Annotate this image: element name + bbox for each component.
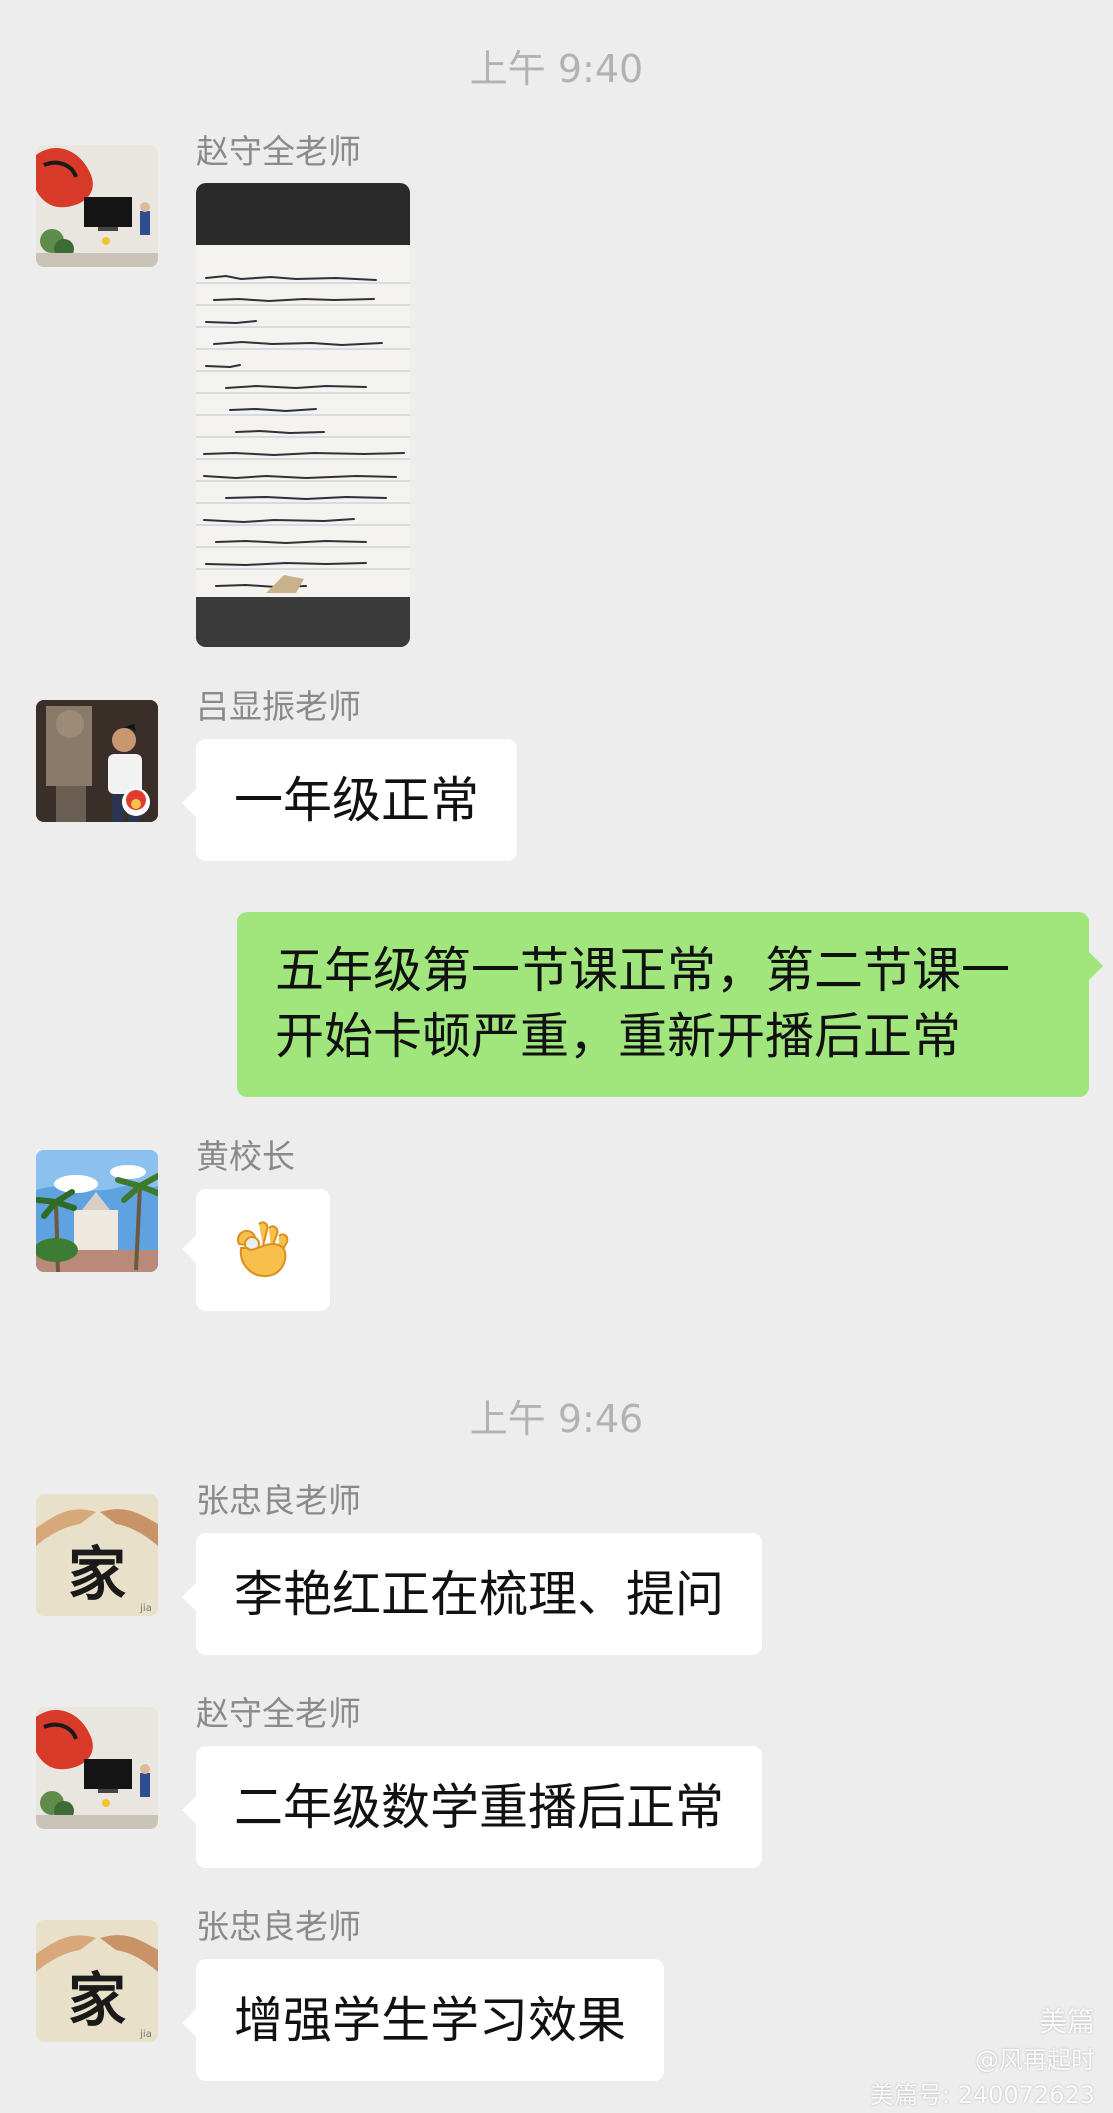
svg-text:家: 家 [68, 1540, 126, 1608]
message-bubble[interactable]: 二年级数学重播后正常 [181, 1746, 763, 1868]
sender-name: 赵守全老师 [196, 132, 361, 171]
avatar-lv[interactable] [36, 700, 158, 822]
message-bubble[interactable]: 李艳红正在梳理、提问 [181, 1533, 763, 1655]
avatar-zhang[interactable]: 家 jia [36, 1494, 158, 1616]
sender-name: 张忠良老师 [196, 1907, 361, 1946]
message-bubble[interactable]: 一年级正常 [181, 739, 518, 861]
timestamp: 上午 9:40 [469, 47, 644, 91]
watermark-brand: 美篇 [1038, 2005, 1095, 2038]
watermark: 美篇 @风再起时 美篇号: 240072623 [870, 2000, 1095, 2110]
timestamp: 上午 9:46 [469, 1397, 644, 1441]
notebook-photo[interactable] [196, 183, 410, 647]
svg-text:家: 家 [68, 1966, 126, 2034]
message-bubble[interactable]: 增强学生学习效果 [181, 1959, 665, 2081]
watermark-id: 美篇号: 240072623 [869, 2081, 1095, 2109]
avatar-huang[interactable] [36, 1150, 158, 1272]
watermark-author: @风再起时 [975, 2046, 1095, 2074]
sender-name: 赵守全老师 [196, 1694, 361, 1733]
sender-name: 张忠良老师 [196, 1481, 361, 1520]
emoji-bubble[interactable] [182, 1189, 330, 1311]
svg-text:jia: jia [139, 2029, 152, 2040]
avatar-zhao[interactable] [36, 145, 158, 267]
sender-name: 吕显振老师 [196, 687, 361, 726]
avatar-zhang[interactable]: 家 jia [36, 1920, 158, 2042]
ok-hand-emoji-icon [237, 1221, 289, 1278]
sender-name: 黄校长 [196, 1137, 295, 1176]
svg-text:jia: jia [139, 1603, 152, 1614]
outgoing-message-bubble[interactable]: 五年级第一节课正常，第二节课一开始卡顿严重，重新开播后正常 [237, 912, 1103, 1097]
avatar-zhao[interactable] [36, 1707, 158, 1829]
